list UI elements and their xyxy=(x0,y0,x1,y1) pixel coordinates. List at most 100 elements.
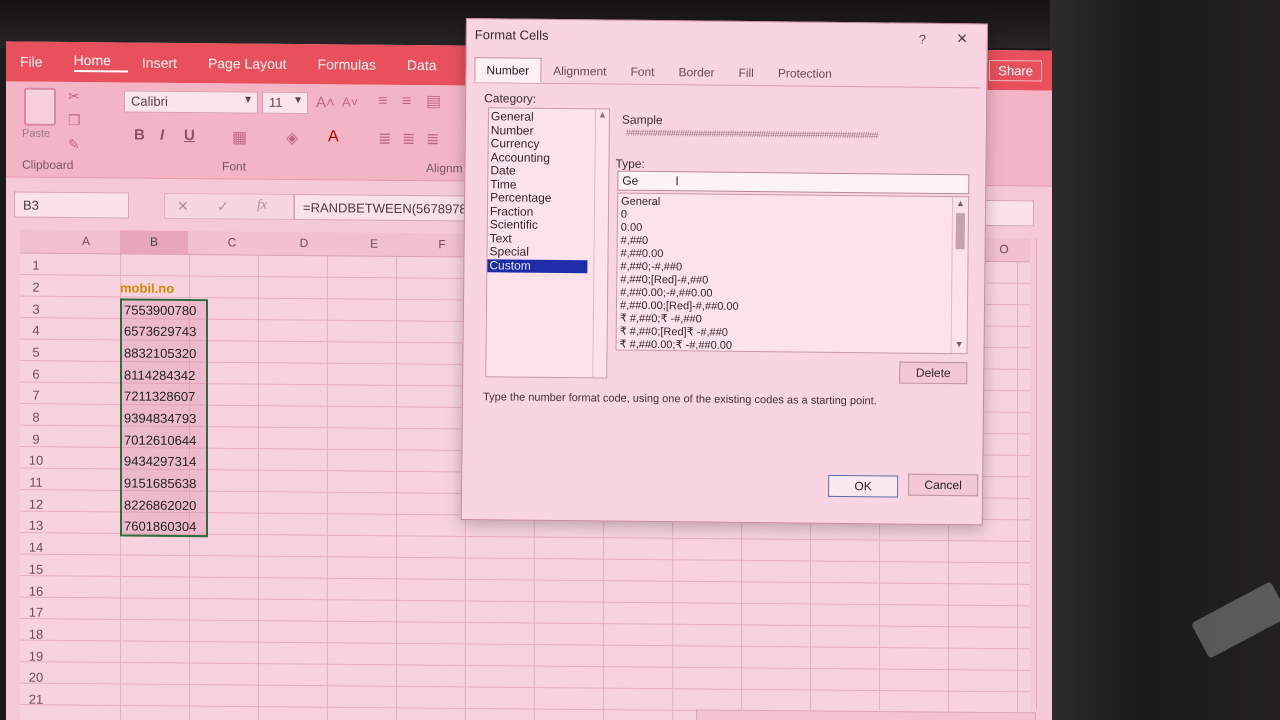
row-header[interactable]: 7 xyxy=(20,388,52,403)
type-list-scrollbar[interactable]: ▲ ▼ xyxy=(950,197,969,354)
tab-data[interactable]: Data xyxy=(407,57,454,73)
font-color-icon[interactable]: A xyxy=(328,128,339,146)
category-label: Category: xyxy=(484,91,537,106)
align-right-icon[interactable]: ≣ xyxy=(426,129,439,149)
font-size-select[interactable]: 11 ▼ xyxy=(262,91,308,115)
row-header[interactable]: 19 xyxy=(20,649,52,664)
name-box[interactable]: B3 xyxy=(14,191,129,219)
decrease-font-icon[interactable]: A˅ xyxy=(342,94,358,109)
tab-home[interactable]: Home xyxy=(73,52,128,73)
row-header[interactable]: 2 xyxy=(20,280,52,295)
cell-b13[interactable]: 7601860304 xyxy=(124,518,196,534)
cut-icon[interactable]: ✂ xyxy=(68,88,80,105)
row-header[interactable]: 11 xyxy=(20,475,52,490)
cell-b12[interactable]: 8226862020 xyxy=(124,497,196,513)
enter-icon[interactable]: ✓ xyxy=(217,198,229,215)
tab-alignment[interactable]: Alignment xyxy=(541,58,619,84)
tab-protection[interactable]: Protection xyxy=(766,60,844,86)
chevron-up-icon[interactable]: ▲ xyxy=(956,198,965,208)
row-header[interactable]: 4 xyxy=(20,323,52,338)
cancel-button[interactable]: Cancel xyxy=(908,473,979,497)
row-header[interactable]: 12 xyxy=(20,497,52,512)
delete-button[interactable]: Delete xyxy=(899,361,968,385)
row-header[interactable]: 13 xyxy=(20,518,52,533)
type-input[interactable]: Ge xyxy=(617,170,970,195)
help-button[interactable]: ? xyxy=(919,32,926,47)
format-painter-icon[interactable]: ✎ xyxy=(68,136,80,153)
tab-number[interactable]: Number xyxy=(474,57,542,83)
tab-formulas[interactable]: Formulas xyxy=(318,56,393,73)
row-header[interactable]: 14 xyxy=(20,540,52,555)
fill-color-icon[interactable]: ◈ xyxy=(286,128,298,148)
paste-icon[interactable] xyxy=(24,87,56,126)
cell-b3[interactable]: 7553900780 xyxy=(124,302,196,318)
ok-button[interactable]: OK xyxy=(828,474,899,498)
sample-value: ########################################… xyxy=(625,127,879,141)
column-header-c[interactable]: C xyxy=(198,235,266,250)
column-header-d[interactable]: D xyxy=(270,236,338,251)
type-item[interactable]: ₹ #,##0.00;₹ -#,##0.00 xyxy=(617,339,967,356)
share-button[interactable]: Share xyxy=(989,60,1042,82)
row-header[interactable]: 3 xyxy=(20,302,52,317)
category-list[interactable]: General Number Currency Accounting Date … xyxy=(485,107,611,379)
formula-buttons: ✕ ✓ fx xyxy=(164,192,294,220)
format-type-list[interactable]: General 0 0.00 #,##0 #,##0.00 #,##0;-#,#… xyxy=(615,192,970,356)
row-header[interactable]: 1 xyxy=(20,258,52,273)
align-top-icon[interactable]: ≡ xyxy=(378,93,387,111)
row-header[interactable]: 17 xyxy=(20,605,52,620)
row-header[interactable]: 10 xyxy=(20,453,52,468)
italic-button[interactable]: I xyxy=(160,127,164,144)
row-header[interactable]: 9 xyxy=(20,432,52,447)
row-header[interactable]: 8 xyxy=(20,410,52,425)
close-icon[interactable]: × xyxy=(957,28,968,49)
clipboard-group-label: Clipboard xyxy=(22,157,74,173)
align-left-icon[interactable]: ≣ xyxy=(378,129,391,149)
tab-fill[interactable]: Fill xyxy=(726,60,766,85)
underline-button[interactable]: U xyxy=(184,127,195,144)
cell-b2[interactable]: mobil.no xyxy=(120,280,174,295)
row-header[interactable]: 21 xyxy=(20,692,52,707)
cancel-icon[interactable]: ✕ xyxy=(177,198,189,215)
font-name-select[interactable]: Calibri ▼ xyxy=(124,90,258,114)
font-group-label: Font xyxy=(222,159,247,174)
row-header[interactable]: 18 xyxy=(20,627,52,642)
cell-b11[interactable]: 9151685638 xyxy=(124,475,196,491)
tab-font[interactable]: Font xyxy=(618,59,666,85)
increase-font-icon[interactable]: A˄ xyxy=(316,94,335,111)
dialog-title: Format Cells xyxy=(474,27,549,43)
row-header[interactable]: 16 xyxy=(20,584,52,599)
category-custom[interactable]: Custom xyxy=(487,258,588,274)
align-center-icon[interactable]: ≣ xyxy=(402,129,415,149)
cell-b5[interactable]: 8832105320 xyxy=(124,345,196,361)
tab-insert[interactable]: Insert xyxy=(142,55,194,71)
category-scrollbar[interactable]: ▲ xyxy=(592,109,610,378)
column-header-b[interactable]: B xyxy=(120,230,188,256)
fx-icon[interactable]: fx xyxy=(257,198,267,214)
chevron-up-icon[interactable]: ▲ xyxy=(598,109,607,119)
cell-b8[interactable]: 9394834793 xyxy=(124,410,196,426)
cell-b4[interactable]: 6573629743 xyxy=(124,323,196,339)
tab-page-layout[interactable]: Page Layout xyxy=(208,55,304,72)
tab-file[interactable]: File xyxy=(20,54,60,70)
cell-b7[interactable]: 7211328607 xyxy=(124,388,195,404)
wrap-text-icon[interactable]: ▤ xyxy=(426,91,441,111)
vertical-scrollbar[interactable] xyxy=(1036,238,1050,709)
cell-b9[interactable]: 7012610644 xyxy=(124,432,196,448)
column-header-a[interactable]: A xyxy=(52,234,120,249)
chevron-down-icon[interactable]: ▼ xyxy=(955,339,964,349)
bold-button[interactable]: B xyxy=(134,127,145,144)
row-header[interactable]: 6 xyxy=(20,367,52,382)
horizontal-scrollbar[interactable] xyxy=(696,709,1036,720)
chevron-down-icon: ▼ xyxy=(293,94,303,107)
scroll-thumb[interactable] xyxy=(955,213,965,250)
cell-b10[interactable]: 9434297314 xyxy=(124,453,196,469)
align-middle-icon[interactable]: ≡ xyxy=(402,93,411,111)
row-header[interactable]: 15 xyxy=(20,562,52,577)
row-header[interactable]: 20 xyxy=(20,670,52,685)
column-header-e[interactable]: E xyxy=(340,236,408,251)
copy-icon[interactable]: ❐ xyxy=(68,112,81,129)
borders-icon[interactable]: ▦ xyxy=(232,127,247,147)
cell-b6[interactable]: 8114284342 xyxy=(124,367,195,383)
tab-border[interactable]: Border xyxy=(666,59,726,85)
row-header[interactable]: 5 xyxy=(20,345,52,360)
